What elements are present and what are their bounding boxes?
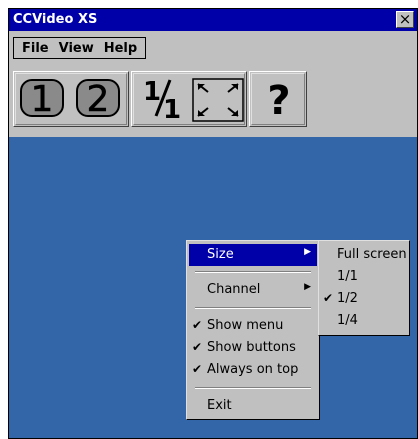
window-title: CCVideo XS [13, 12, 98, 27]
context-item-always-on-top-label: Always on top [207, 362, 299, 377]
submenu-arrow-icon: ▶ [304, 247, 311, 257]
context-item-show-menu-label: Show menu [207, 318, 284, 333]
size-one-to-one-icon: 1 1 [143, 77, 181, 120]
size-one-to-one-button[interactable]: 1 1 [138, 77, 184, 120]
svg-text:1: 1 [163, 95, 181, 120]
fullscreen-icon [192, 78, 244, 122]
submenu-item-1-2-label: 1/2 [337, 291, 358, 306]
menu-bar-area: File View Help [9, 31, 417, 65]
svg-text:1: 1 [143, 77, 161, 107]
context-item-channel-label: Channel [207, 282, 261, 297]
context-item-exit[interactable]: Exit [189, 395, 317, 417]
channel-1-button[interactable]: 1 [18, 78, 64, 119]
context-item-show-buttons[interactable]: ✔ Show buttons [189, 337, 317, 359]
channel-1-icon: 1 [20, 79, 64, 119]
check-icon: ✔ [192, 318, 203, 332]
fullscreen-button[interactable] [192, 78, 244, 122]
context-item-exit-label: Exit [207, 398, 232, 413]
channel-2-icon: 2 [76, 79, 120, 119]
channel-2-label: 2 [87, 79, 110, 119]
check-icon: ✔ [323, 291, 334, 305]
title-bar[interactable]: CCVideo XS × [9, 9, 417, 31]
submenu-item-1-1[interactable]: 1/1 [321, 266, 409, 288]
menu-help[interactable]: Help [99, 41, 142, 56]
submenu-item-1-4-label: 1/4 [337, 313, 358, 328]
submenu-item-full-screen-label: Full screen [337, 247, 407, 262]
submenu-item-1-2[interactable]: ✔ 1/2 [321, 288, 409, 310]
size-submenu: Full screen 1/1 ✔ 1/2 1/4 [318, 240, 410, 336]
menu-separator [195, 271, 311, 273]
submenu-item-full-screen[interactable]: Full screen [321, 244, 409, 266]
toolbar: 1 2 1 1 ? [9, 65, 417, 137]
help-button-group: ? [249, 71, 307, 127]
channel-button-group: 1 2 [13, 71, 129, 127]
submenu-item-1-4[interactable]: 1/4 [321, 310, 409, 332]
context-item-size[interactable]: Size ▶ [189, 244, 317, 266]
context-item-show-buttons-label: Show buttons [207, 340, 296, 355]
context-item-size-label: Size [207, 247, 234, 262]
menu-separator [195, 387, 311, 389]
context-menu: Size ▶ Channel ▶ ✔ Show menu ✔ Show butt… [186, 240, 320, 420]
context-item-channel[interactable]: Channel ▶ [189, 279, 317, 301]
channel-2-button[interactable]: 2 [74, 78, 120, 119]
menu-view[interactable]: View [54, 41, 99, 56]
help-icon: ? [267, 78, 290, 120]
submenu-arrow-icon: ▶ [304, 282, 311, 292]
context-item-always-on-top[interactable]: ✔ Always on top [189, 359, 317, 381]
help-button[interactable]: ? [255, 78, 301, 120]
close-icon: × [398, 10, 412, 28]
check-icon: ✔ [192, 362, 203, 376]
help-label: ? [267, 78, 290, 120]
menu-file[interactable]: File [17, 41, 54, 56]
check-icon: ✔ [192, 340, 203, 354]
menu-bar: File View Help [13, 37, 147, 59]
context-item-show-menu[interactable]: ✔ Show menu [189, 315, 317, 337]
close-button[interactable]: × [396, 11, 414, 28]
submenu-item-1-1-label: 1/1 [337, 269, 358, 284]
menu-separator [195, 307, 311, 309]
channel-1-label: 1 [31, 79, 54, 119]
size-button-group: 1 1 [131, 71, 247, 127]
